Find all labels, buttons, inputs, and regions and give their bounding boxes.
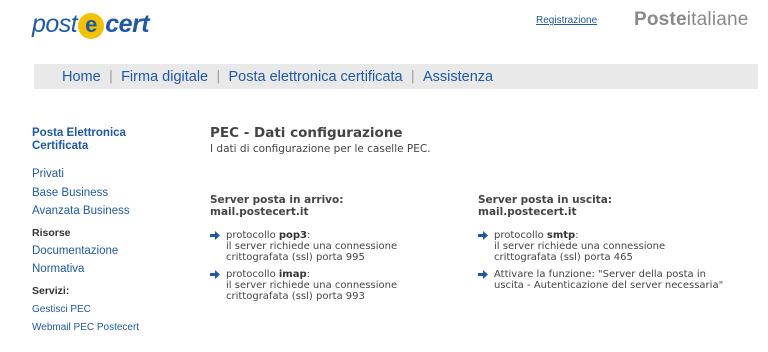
outgoing-server-host: mail.postecert.it bbox=[478, 206, 577, 218]
main-content: PEC - Dati configurazione I dati di conf… bbox=[210, 125, 431, 156]
nav-firma-digitale[interactable]: Firma digitale bbox=[121, 69, 208, 85]
logo-text-cert: cert bbox=[105, 10, 150, 38]
protocol-port-line: crittografata (ssl) porta 993 bbox=[226, 291, 365, 302]
registration-link[interactable]: Registrazione bbox=[536, 15, 597, 26]
arrow-right-icon bbox=[478, 231, 488, 240]
sidebar-title-line1: Posta Elettronica bbox=[32, 127, 126, 139]
sidebar-item-avanzata-business[interactable]: Avanzata Business bbox=[32, 204, 182, 218]
protocol-desc-line: il server richiede una connessione bbox=[226, 241, 398, 252]
auth-note-line2: uscita - Autenticazione del server neces… bbox=[494, 280, 724, 291]
outgoing-protocol-item: protocollo smtp: il server richiede una … bbox=[478, 230, 748, 263]
nav-separator: | bbox=[108, 69, 114, 84]
brand-bold: Poste bbox=[634, 9, 687, 30]
protocol-suffix: : bbox=[306, 269, 311, 280]
nav-posta-certificata[interactable]: Posta elettronica certificata bbox=[229, 69, 403, 85]
outgoing-server-section: Server posta in uscita: mail.postecert.i… bbox=[478, 194, 748, 291]
sidebar-title-line2: Certificata bbox=[32, 140, 89, 152]
sidebar-title[interactable]: Posta Elettronica Certificata bbox=[32, 127, 182, 153]
header: post e cert Registrazione Posteitaliane bbox=[0, 0, 768, 58]
protocol-name: smtp bbox=[546, 230, 576, 241]
postecert-logo[interactable]: post e cert bbox=[32, 10, 150, 39]
auth-note-line1: Attivare la funzione: "Server della post… bbox=[494, 269, 706, 280]
outgoing-auth-note: Attivare la funzione: "Server della post… bbox=[478, 269, 748, 291]
sidebar-item-webmail-pec[interactable]: Webmail PEC Postecert bbox=[32, 321, 182, 334]
nav-home[interactable]: Home bbox=[62, 69, 101, 85]
incoming-protocol-item: protocollo pop3: il server richiede una … bbox=[210, 230, 480, 263]
incoming-protocol-item: protocollo imap: il server richiede una … bbox=[210, 269, 480, 302]
sidebar-item-documentazione[interactable]: Documentazione bbox=[32, 244, 182, 258]
sidebar-heading-servizi: Servizi: bbox=[32, 285, 70, 297]
sidebar-item-privati[interactable]: Privati bbox=[32, 167, 182, 181]
protocol-prefix: protocollo bbox=[494, 230, 547, 241]
protocol-desc-line: il server richiede una connessione bbox=[494, 241, 666, 252]
arrow-right-icon bbox=[478, 270, 488, 279]
incoming-server-section: Server posta in arrivo: mail.postecert.i… bbox=[210, 194, 480, 302]
protocol-port-line: crittografata (ssl) porta 465 bbox=[494, 252, 633, 263]
logo-e-letter: e bbox=[85, 11, 98, 37]
protocol-suffix: : bbox=[307, 230, 311, 241]
posteitaliane-brand[interactable]: Posteitaliane bbox=[634, 9, 749, 31]
incoming-server-host: mail.postecert.it bbox=[210, 206, 309, 218]
protocol-name: imap bbox=[278, 269, 307, 280]
page-title: PEC - Dati configurazione bbox=[210, 125, 403, 141]
arrow-right-icon bbox=[210, 231, 220, 240]
main-nav: Home | Firma digitale | Posta elettronic… bbox=[34, 64, 758, 89]
incoming-server-label: Server posta in arrivo: bbox=[210, 194, 344, 206]
sidebar-item-gestisci-pec[interactable]: Gestisci PEC bbox=[32, 303, 182, 316]
nav-separator: | bbox=[216, 69, 221, 84]
arrow-right-icon bbox=[210, 270, 220, 279]
protocol-name: pop3 bbox=[278, 230, 308, 241]
protocol-prefix: protocollo bbox=[226, 269, 279, 280]
nav-assistenza[interactable]: Assistenza bbox=[423, 69, 493, 85]
protocol-desc-line: il server richiede una connessione bbox=[226, 280, 398, 291]
sidebar: Posta Elettronica Certificata Privati Ba… bbox=[32, 127, 182, 334]
sidebar-heading-risorse: Risorse bbox=[32, 227, 71, 239]
nav-separator: | bbox=[410, 69, 415, 84]
outgoing-server-label: Server posta in uscita: bbox=[478, 194, 612, 206]
protocol-prefix: protocollo bbox=[226, 230, 279, 241]
protocol-port-line: crittografata (ssl) porta 995 bbox=[226, 252, 365, 263]
sidebar-item-normativa[interactable]: Normativa bbox=[32, 262, 182, 276]
logo-e-ball-icon: e bbox=[78, 11, 105, 39]
page-subtitle: I dati di configurazione per le caselle … bbox=[210, 143, 431, 155]
sidebar-item-base-business[interactable]: Base Business bbox=[32, 186, 182, 200]
brand-light: italiane bbox=[686, 9, 749, 30]
logo-text-post: post bbox=[32, 10, 78, 38]
protocol-suffix: : bbox=[575, 230, 579, 241]
